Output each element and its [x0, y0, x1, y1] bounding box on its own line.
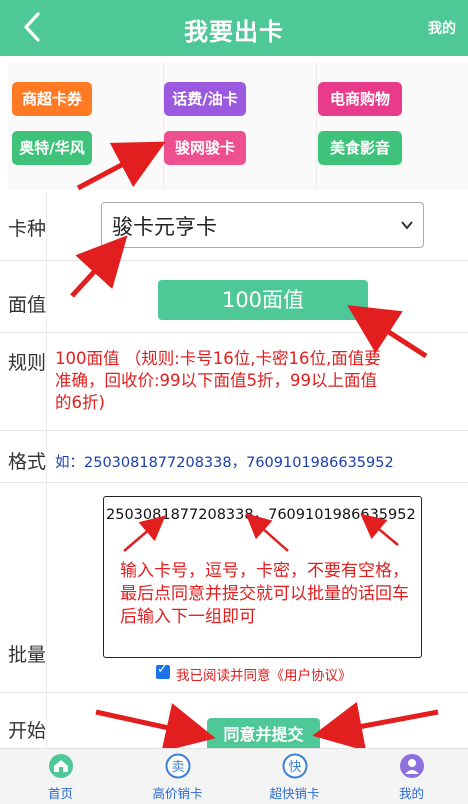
tab-mine[interactable]: 我的 — [353, 749, 468, 804]
tab-fast-sell-label: 超快销卡 — [269, 786, 320, 801]
format-label: 格式 — [8, 451, 47, 473]
row-divider — [0, 482, 468, 483]
category-divider — [316, 62, 317, 190]
start-label: 开始 — [8, 720, 47, 742]
agree-text[interactable]: 我已阅读并同意《用户协议》 — [176, 664, 352, 684]
sell-badge-icon: 卖 — [165, 753, 191, 779]
row-divider — [0, 332, 468, 333]
svg-text:卖: 卖 — [171, 760, 184, 775]
app-root: 我要出卡 我的 商超卡券 话费/油卡 电商购物 奥特/华风 骏网骏卡 美食影音 … — [0, 0, 468, 804]
rule-text: 100面值 （规则:卡号16位,卡密16位,面值要准确，回收价:99以下面值5折… — [55, 349, 381, 412]
category-chip-mall-coupons[interactable]: 商超卡券 — [12, 82, 92, 116]
row-divider — [0, 260, 468, 261]
arrow-to-submit-left — [95, 703, 216, 752]
tab-home-label: 首页 — [47, 786, 73, 801]
rule-label: 规则 — [8, 352, 47, 374]
bottom-tab-bar: 首页 卖 高价销卡 快 超快销卡 我的 — [0, 748, 468, 804]
fast-badge-icon: 快 — [282, 753, 308, 779]
batch-instruction-annotation: 输入卡号，逗号，卡密，不要有空格，最后点同意并提交就可以批量的话回车后输入下一组… — [120, 561, 409, 627]
row-divider — [0, 430, 468, 431]
svg-text:快: 快 — [288, 760, 301, 775]
format-example: 如：2503081877208338，7609101986635952 — [55, 455, 394, 471]
tab-mine-label: 我的 — [398, 786, 424, 801]
category-chip-food-media[interactable]: 美食影音 — [318, 131, 402, 165]
home-icon — [49, 754, 73, 778]
batch-textarea-value: 2503081877208338，7609101986635952 — [106, 507, 416, 523]
row-divider — [0, 692, 468, 693]
form-label-divider — [46, 192, 47, 748]
card-type-selected-value: 骏卡元亨卡 — [112, 215, 217, 239]
tab-high-price-sell[interactable]: 卖 高价销卡 — [119, 749, 236, 804]
page-title: 我要出卡 — [184, 18, 284, 46]
category-chip-junwang[interactable]: 骏网骏卡 — [164, 131, 246, 165]
category-chip-aote-huafeng[interactable]: 奥特/华风 — [12, 131, 92, 165]
batch-label: 批量 — [8, 644, 47, 666]
agree-checkbox[interactable]: ✓ — [156, 662, 170, 679]
tab-high-price-sell-label: 高价销卡 — [152, 786, 203, 801]
arrow-to-card-select — [70, 235, 128, 298]
denomination-button[interactable]: 100面值 — [158, 280, 368, 320]
header-bar: 我要出卡 我的 — [0, 0, 468, 56]
category-divider — [163, 62, 164, 190]
card-type-select[interactable]: 骏卡元亨卡 — [101, 202, 424, 248]
header-mine-link[interactable]: 我的 — [428, 18, 456, 38]
agree-submit-button[interactable]: 同意并提交 — [207, 718, 320, 752]
denomination-label: 面值 — [8, 294, 47, 316]
category-chip-phone-fuel[interactable]: 话费/油卡 — [164, 82, 246, 116]
category-chip-ecommerce[interactable]: 电商购物 — [318, 82, 402, 116]
chevron-down-icon — [401, 221, 413, 230]
tab-fast-sell[interactable]: 快 超快销卡 — [236, 749, 353, 804]
checkmark-icon: ✓ — [157, 662, 168, 677]
arrow-to-submit-right — [312, 701, 439, 752]
card-type-label: 卡种 — [8, 218, 47, 240]
user-icon — [400, 754, 424, 778]
tab-home[interactable]: 首页 — [2, 749, 119, 804]
batch-textarea[interactable]: 2503081877208338，7609101986635952 输入卡号，逗… — [103, 496, 422, 658]
